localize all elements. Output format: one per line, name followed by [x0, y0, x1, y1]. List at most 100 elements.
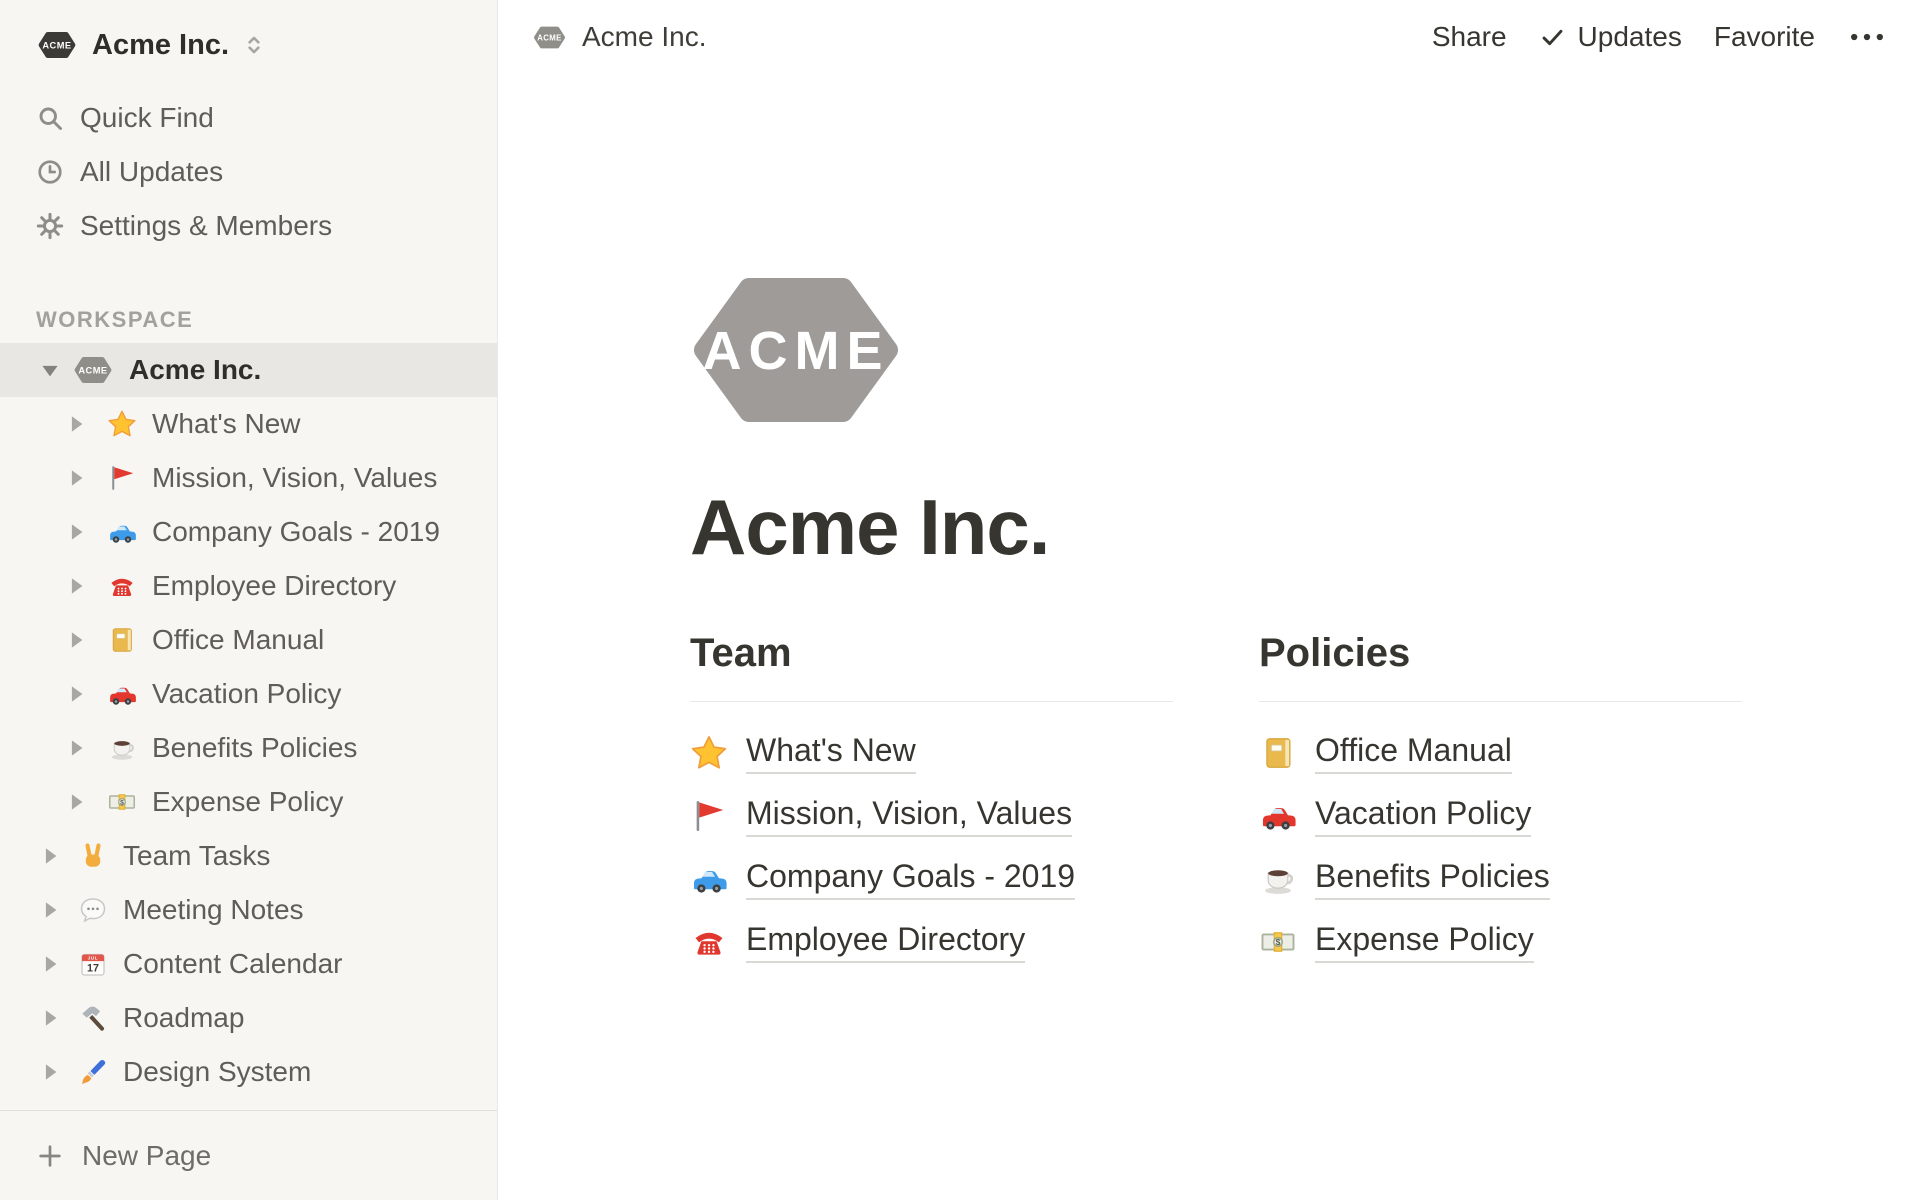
sidebar-page-office-manual[interactable]: Office Manual	[0, 613, 497, 667]
new-page-label: New Page	[82, 1140, 211, 1172]
sidebar-page-vacation-policy[interactable]: Vacation Policy	[0, 667, 497, 721]
page-link-mission-vision-values[interactable]: Mission, Vision, Values	[690, 785, 1173, 848]
sidebar-page-mission-vision-values[interactable]: Mission, Vision, Values	[0, 451, 497, 505]
page-link-expense-policy[interactable]: $ Expense Policy	[1259, 911, 1742, 974]
paintbrush-icon	[78, 1057, 108, 1087]
plus-icon	[36, 1142, 64, 1170]
new-page-button[interactable]: New Page	[0, 1110, 497, 1200]
sidebar-page-label: What's New	[152, 408, 301, 440]
triangle-right-icon[interactable]	[62, 626, 90, 654]
notion-app: { "colors": { "sidebar_bg": "#F7F6F3", "…	[0, 0, 1920, 1200]
page-link-label: Expense Policy	[1315, 921, 1534, 963]
page-link-vacation-policy[interactable]: Vacation Policy	[1259, 785, 1742, 848]
sidebar-page-team-tasks[interactable]: Team Tasks	[0, 829, 497, 883]
flag-icon	[690, 797, 728, 835]
triangle-right-icon[interactable]	[36, 950, 64, 978]
sidebar-page-label: Meeting Notes	[123, 894, 304, 926]
more-options-button[interactable]	[1847, 23, 1887, 51]
page-link-label: Office Manual	[1315, 732, 1512, 774]
sidebar-item-all-updates[interactable]: All Updates	[0, 145, 497, 199]
page-link-office-manual[interactable]: Office Manual	[1259, 722, 1742, 785]
updates-label: Updates	[1578, 21, 1682, 53]
telephone-icon	[107, 571, 137, 601]
sidebar-menu: Quick Find All Updates Settings & Member…	[0, 91, 497, 253]
svg-text:$: $	[1276, 938, 1281, 948]
share-button[interactable]: Share	[1432, 21, 1507, 53]
sidebar-page-label: Design System	[123, 1056, 311, 1088]
svg-text:17: 17	[87, 962, 99, 974]
notebook-icon	[1259, 734, 1297, 772]
car-red-icon	[1259, 797, 1297, 835]
victory-hand-icon	[78, 841, 108, 871]
triangle-right-icon[interactable]	[62, 734, 90, 762]
sidebar-page-design-system[interactable]: Design System	[0, 1045, 497, 1099]
page-link-benefits-policies[interactable]: Benefits Policies	[1259, 848, 1742, 911]
star-icon	[107, 409, 137, 439]
sidebar-page-what-s-new[interactable]: What's New	[0, 397, 497, 451]
page-link-employee-directory[interactable]: Employee Directory	[690, 911, 1173, 974]
sidebar-page-label: Benefits Policies	[152, 732, 357, 764]
section-heading: Team	[690, 633, 1173, 702]
sidebar-page-expense-policy[interactable]: $ Expense Policy	[0, 775, 497, 829]
page-icon[interactable]: ACME	[690, 270, 902, 430]
page-icon-text: ACME	[703, 321, 890, 381]
acme-badge-icon: ACME	[72, 354, 114, 386]
triangle-right-icon[interactable]	[62, 680, 90, 708]
triangle-down-icon[interactable]	[36, 356, 64, 384]
breadcrumb-label: Acme Inc.	[582, 21, 706, 53]
triangle-right-icon[interactable]	[36, 896, 64, 924]
sidebar-page-acme-inc[interactable]: ACME Acme Inc.	[0, 343, 497, 397]
check-icon	[1539, 24, 1566, 51]
workspace-switcher[interactable]: ACME Acme Inc.	[0, 20, 497, 70]
triangle-right-icon[interactable]	[62, 464, 90, 492]
page-columns: Team What's New Mission, Vision, Values …	[690, 633, 1920, 974]
page-link-what-s-new[interactable]: What's New	[690, 722, 1173, 785]
sidebar-page-label: Vacation Policy	[152, 678, 341, 710]
sidebar-item-label: Quick Find	[80, 102, 214, 134]
svg-text:JUL: JUL	[88, 955, 98, 960]
search-icon	[36, 104, 64, 132]
sidebar-page-employee-directory[interactable]: Employee Directory	[0, 559, 497, 613]
acme-logo-icon: ACME	[532, 24, 567, 51]
triangle-right-icon[interactable]	[62, 410, 90, 438]
sidebar-page-content-calendar[interactable]: JUL 17 Content Calendar	[0, 937, 497, 991]
page-title[interactable]: Acme Inc.	[690, 487, 1920, 569]
page-link-label: Employee Directory	[746, 921, 1025, 963]
page-link-label: Company Goals - 2019	[746, 858, 1075, 900]
acme-logo-icon: ACME	[36, 29, 78, 61]
sidebar-item-label: All Updates	[80, 156, 223, 188]
sidebar-page-label: Expense Policy	[152, 786, 343, 818]
triangle-right-icon[interactable]	[62, 572, 90, 600]
sidebar-item-settings-members[interactable]: Settings & Members	[0, 199, 497, 253]
sidebar-page-roadmap[interactable]: Roadmap	[0, 991, 497, 1045]
hammer-icon	[78, 1003, 108, 1033]
page-link-company-goals-2019[interactable]: Company Goals - 2019	[690, 848, 1173, 911]
money-icon: $	[107, 787, 137, 817]
sidebar-page-label: Acme Inc.	[129, 354, 261, 386]
sidebar-page-label: Mission, Vision, Values	[152, 462, 437, 494]
sidebar-page-meeting-notes[interactable]: Meeting Notes	[0, 883, 497, 937]
triangle-right-icon[interactable]	[36, 1004, 64, 1032]
car-blue-icon	[690, 860, 728, 898]
triangle-right-icon[interactable]	[36, 1058, 64, 1086]
triangle-right-icon[interactable]	[36, 842, 64, 870]
workspace-section-label: WORKSPACE	[0, 307, 497, 333]
favorite-button[interactable]: Favorite	[1714, 21, 1815, 53]
coffee-icon	[1259, 860, 1297, 898]
sidebar-page-tree: ACME Acme Inc. What's New Mission, Visio…	[0, 343, 497, 1099]
sidebar-page-benefits-policies[interactable]: Benefits Policies	[0, 721, 497, 775]
speech-balloon-icon	[78, 895, 108, 925]
sidebar-page-label: Office Manual	[152, 624, 324, 656]
breadcrumb[interactable]: ACME Acme Inc.	[532, 21, 706, 53]
car-blue-icon	[107, 517, 137, 547]
gear-icon	[36, 212, 64, 240]
sidebar-item-quick-find[interactable]: Quick Find	[0, 91, 497, 145]
topbar: ACME Acme Inc. Share Updates Favorite	[498, 0, 1920, 74]
section-links: Office Manual Vacation Policy Benefits P…	[1259, 722, 1742, 974]
triangle-right-icon[interactable]	[62, 788, 90, 816]
car-red-icon	[107, 679, 137, 709]
svg-text:ACME: ACME	[537, 33, 562, 42]
updates-button[interactable]: Updates	[1539, 21, 1682, 53]
triangle-right-icon[interactable]	[62, 518, 90, 546]
sidebar-page-company-goals-2019[interactable]: Company Goals - 2019	[0, 505, 497, 559]
